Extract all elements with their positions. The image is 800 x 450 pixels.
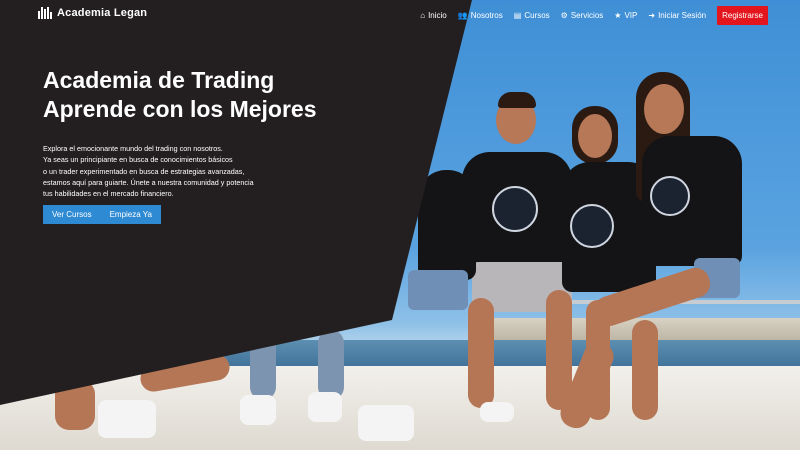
nav-cursos[interactable]: ▤ Cursos <box>514 11 550 20</box>
star-icon: ★ <box>614 10 622 20</box>
nav-iniciar-sesion-label: Iniciar Sesión <box>658 11 707 20</box>
hero-title-line-1: Academia de Trading <box>43 67 275 93</box>
hero-desc-line: Ya seas un principiante en busca de cono… <box>43 155 233 165</box>
hero-description: Explora el emocionante mundo del trading… <box>43 143 254 199</box>
register-button[interactable]: Registrarse <box>717 6 768 25</box>
nav-cursos-label: Cursos <box>524 11 550 20</box>
users-icon: 👥 <box>457 10 468 20</box>
nav-servicios-label: Servicios <box>570 11 604 20</box>
sneaker <box>308 392 342 422</box>
main-navigation: ⌂ Inicio 👥 Nosotros ▤ Cursos ⚙ Servicios… <box>420 6 768 25</box>
nav-vip[interactable]: ★ VIP <box>614 11 637 20</box>
hero-desc-line: o un trader experimentado en busca de es… <box>43 166 245 176</box>
hero-desc-line: Explora el emocionante mundo del trading… <box>43 144 223 153</box>
sneaker <box>240 395 276 425</box>
brand-logo[interactable]: Academia Legan <box>38 7 147 19</box>
hero-title: Academia de Trading Aprende con los Mejo… <box>43 66 317 124</box>
gears-icon: ⚙ <box>560 10 568 20</box>
person-woman-right <box>556 70 772 440</box>
book-icon: ▤ <box>513 10 522 20</box>
nav-nosotros-label: Nosotros <box>470 11 503 20</box>
sneaker <box>358 405 414 441</box>
nav-vip-label: VIP <box>624 11 638 20</box>
home-icon: ⌂ <box>420 10 426 20</box>
hero-cta-group: Ver Cursos Empieza Ya <box>43 205 161 224</box>
sneaker <box>98 400 156 438</box>
leg-jeans-2 <box>318 330 344 400</box>
empieza-ya-button[interactable]: Empieza Ya <box>100 205 161 224</box>
nav-inicio[interactable]: ⌂ Inicio <box>420 11 447 20</box>
nav-nosotros[interactable]: 👥 Nosotros <box>458 11 503 20</box>
nav-iniciar-sesion[interactable]: ➜ Iniciar Sesión <box>648 11 706 20</box>
bars-logo-icon <box>38 7 52 19</box>
nav-inicio-label: Inicio <box>428 11 447 20</box>
ver-cursos-button[interactable]: Ver Cursos <box>43 205 101 224</box>
brand-name: Academia Legan <box>57 7 148 19</box>
sign-in-icon: ➜ <box>648 10 656 20</box>
hero-desc-line: estamos aquí para guiarte. Únete a nuest… <box>43 177 254 187</box>
hero-title-line-2: Aprende con los Mejores <box>43 96 317 122</box>
hero-desc-line: tus habilidades en el mercado financiero… <box>43 189 174 199</box>
nav-servicios[interactable]: ⚙ Servicios <box>561 11 604 20</box>
